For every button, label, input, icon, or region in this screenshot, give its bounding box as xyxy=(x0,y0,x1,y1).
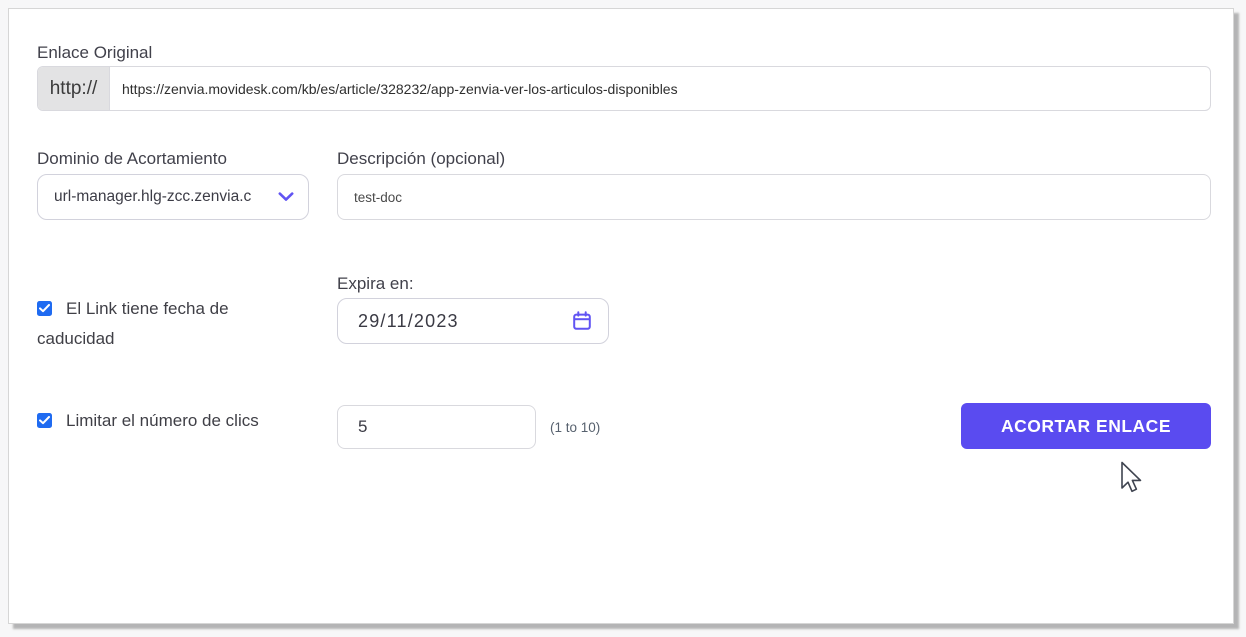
expiry-checkbox[interactable] xyxy=(37,301,52,316)
original-link-field: http:// xyxy=(37,66,1211,111)
domain-select[interactable]: url-manager.hlg-zcc.zenvia.c xyxy=(37,174,309,220)
click-limit-checkbox[interactable] xyxy=(37,413,52,428)
original-link-label: Enlace Original xyxy=(37,43,153,62)
click-limit-checkbox-row: Limitar el número de clics xyxy=(37,406,337,436)
checkmark-icon xyxy=(39,304,50,313)
expiry-date-input[interactable]: 29/11/2023 xyxy=(337,298,609,344)
shorten-link-button[interactable]: ACORTAR ENLACE xyxy=(961,403,1211,449)
expiry-date-label: Expira en: xyxy=(337,274,414,293)
page: Enlace Original http:// Dominio de Acort… xyxy=(0,0,1246,637)
domain-select-value: url-manager.hlg-zcc.zenvia.c xyxy=(54,188,252,205)
domain-label: Dominio de Acortamiento xyxy=(37,149,227,168)
click-limit-checkbox-label: Limitar el número de clics xyxy=(66,411,259,430)
original-link-input[interactable] xyxy=(110,67,1210,110)
expiry-date-value: 29/11/2023 xyxy=(358,310,459,331)
url-protocol-prefix: http:// xyxy=(38,67,110,110)
calendar-icon[interactable] xyxy=(572,311,592,331)
description-label: Descripción (opcional) xyxy=(337,149,506,168)
chevron-down-icon xyxy=(278,192,294,202)
form-panel: Enlace Original http:// Dominio de Acort… xyxy=(8,8,1234,624)
expiry-checkbox-row: El Link tiene fecha de caducidad xyxy=(37,294,275,354)
expiry-checkbox-label: El Link tiene fecha de caducidad xyxy=(37,299,229,348)
description-input[interactable] xyxy=(337,174,1211,220)
click-limit-input[interactable] xyxy=(337,405,536,449)
click-limit-hint: (1 to 10) xyxy=(550,420,601,435)
checkmark-icon xyxy=(39,416,50,425)
